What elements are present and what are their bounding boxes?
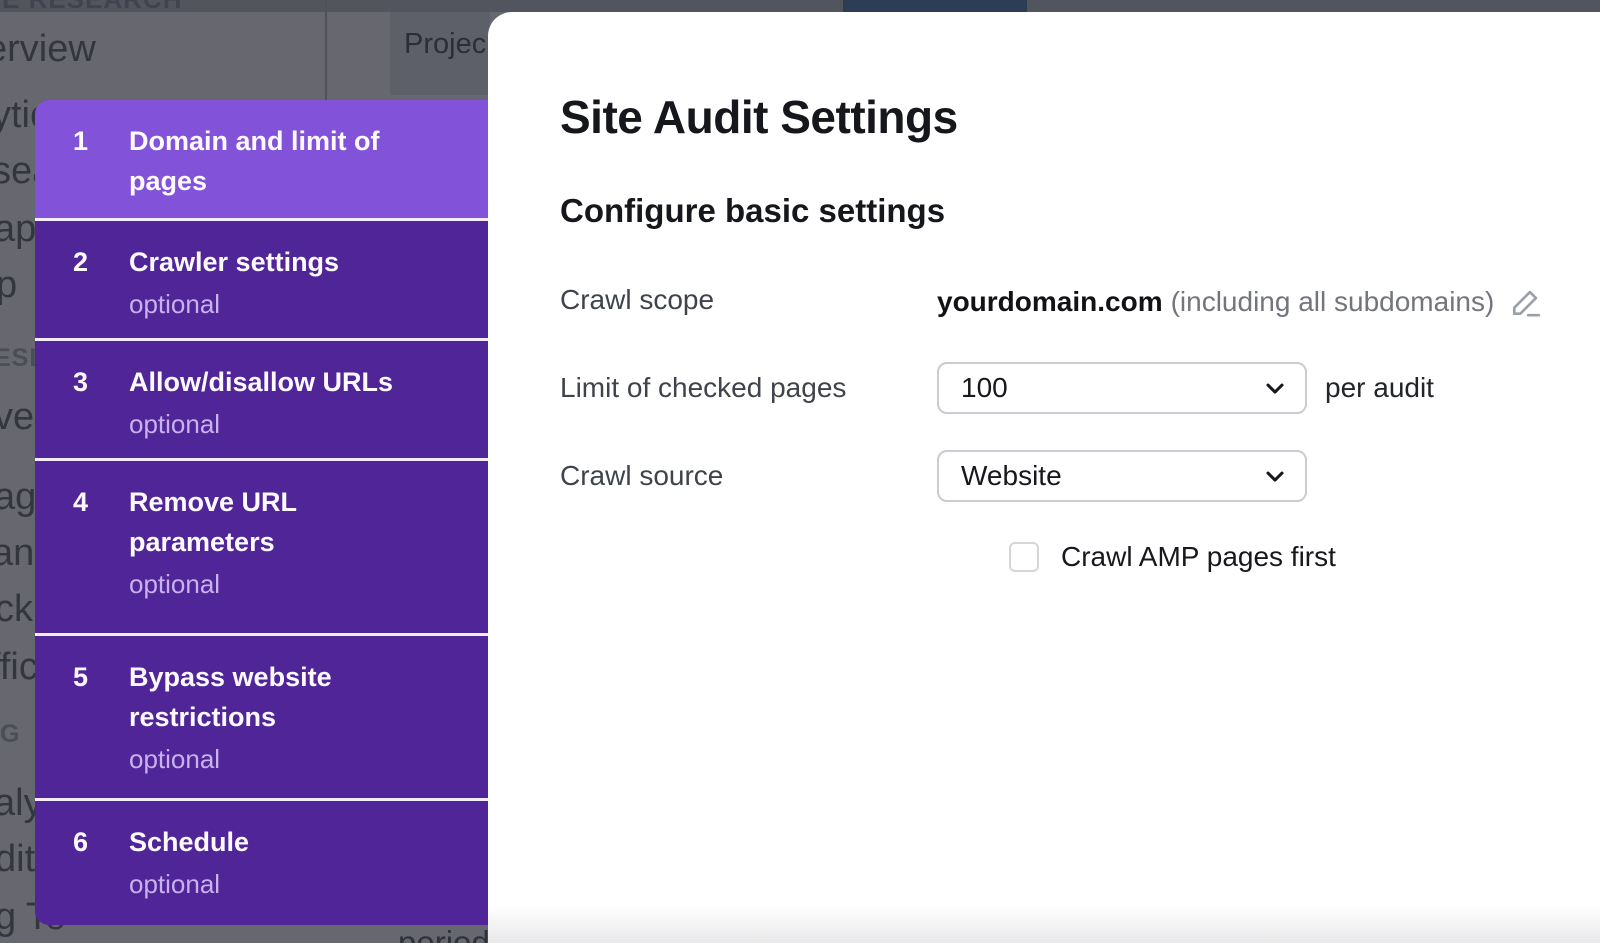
background-sidebar-divider [325, 0, 327, 106]
chevron-down-icon [1261, 374, 1289, 402]
step-title: Allow/disallow URLs [129, 362, 409, 402]
step-number: 5 [73, 657, 129, 798]
bg-nav-fragment-tracking: ck [0, 588, 33, 631]
crawl-source-selected-value: Website [961, 460, 1062, 492]
crawl-scope-domain: yourdomain.com [937, 285, 1163, 319]
step-allow-disallow-urls[interactable]: 3 Allow/disallow URLs optional [35, 338, 488, 458]
step-number: 4 [73, 482, 129, 633]
background-navy-button [843, 0, 1027, 12]
site-audit-settings-modal: Site Audit Settings Configure basic sett… [488, 12, 1600, 943]
crawl-scope-value: yourdomain.com (including all subdomains… [937, 284, 1544, 320]
crawl-scope-note: (including all subdomains) [1171, 285, 1495, 319]
step-number: 6 [73, 822, 129, 925]
limit-selected-value: 100 [961, 372, 1008, 404]
bg-nav-fragment-gap: ap [0, 208, 36, 251]
per-audit-label: per audit [1325, 372, 1434, 404]
bg-nav-fragment-overview: erview [0, 28, 96, 71]
crawl-amp-checkbox[interactable] [1009, 542, 1039, 572]
step-title: Remove URL parameters [129, 482, 409, 562]
step-bypass-website-restrictions[interactable]: 5 Bypass website restrictions optional [35, 633, 488, 798]
step-optional-label: optional [129, 868, 474, 900]
bg-nav-fragment-research-header: E RESEARCH [2, 0, 182, 15]
chevron-down-icon [1261, 462, 1289, 490]
step-optional-label: optional [129, 408, 474, 440]
step-number: 2 [73, 242, 129, 338]
crawl-amp-checkbox-label: Crawl AMP pages first [1061, 541, 1336, 573]
background-top-bar [0, 0, 1600, 12]
step-optional-label: optional [129, 568, 474, 600]
step-title: Domain and limit of pages [129, 121, 409, 201]
step-title: Crawler settings [129, 242, 409, 282]
crawl-source-label: Crawl source [560, 460, 937, 492]
background-projects-tab-label: Projec [404, 28, 486, 61]
screen: Projec E RESEARCH erview ytic sea ap p E… [0, 0, 1600, 943]
step-optional-label: optional [129, 288, 474, 320]
step-schedule[interactable]: 6 Schedule optional [35, 798, 488, 925]
limit-of-checked-pages-label: Limit of checked pages [560, 372, 937, 404]
step-number: 3 [73, 362, 129, 458]
step-crawler-settings[interactable]: 2 Crawler settings optional [35, 218, 488, 338]
limit-of-checked-pages-select[interactable]: 100 [937, 362, 1307, 414]
wizard-steps-panel: 1 Domain and limit of pages 2 Crawler se… [35, 100, 488, 925]
crawl-source-select[interactable]: Website [937, 450, 1307, 502]
modal-title: Site Audit Settings [560, 90, 958, 144]
crawl-source-row: Crawl source Website [560, 450, 1307, 502]
step-title: Schedule [129, 822, 409, 862]
limit-of-checked-pages-row: Limit of checked pages 100 per audit [560, 362, 1434, 414]
step-optional-label: optional [129, 743, 474, 775]
bg-nav-fragment-traffic: ffic [0, 646, 38, 689]
modal-footer-fade [488, 905, 1600, 943]
step-domain-and-limit[interactable]: 1 Domain and limit of pages [35, 100, 488, 218]
edit-crawl-scope-icon[interactable] [1508, 284, 1544, 320]
bg-nav-fragment-p: p [0, 264, 17, 307]
step-number: 1 [73, 121, 129, 218]
crawl-scope-label: Crawl scope [560, 284, 937, 316]
section-title: Configure basic settings [560, 192, 945, 230]
step-title: Bypass website restrictions [129, 657, 409, 737]
step-remove-url-parameters[interactable]: 4 Remove URL parameters optional [35, 458, 488, 633]
crawl-amp-checkbox-row[interactable]: Crawl AMP pages first [1009, 541, 1336, 573]
bg-nav-fragment-section-header2: G [0, 720, 19, 749]
bg-text-fragment-period: period [398, 924, 490, 943]
bg-nav-fragment-audit: dit [0, 838, 35, 881]
crawl-scope-row: Crawl scope yourdomain.com (including al… [560, 284, 1544, 320]
